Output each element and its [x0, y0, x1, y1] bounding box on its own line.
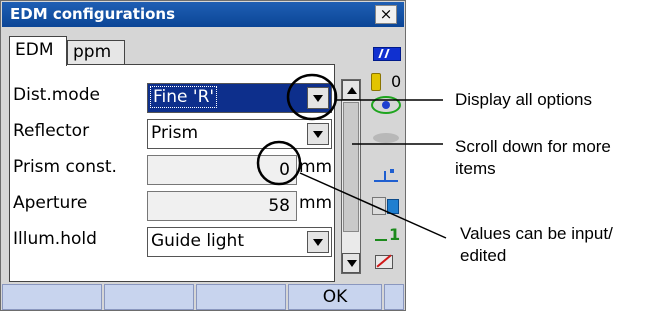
- tab-edm[interactable]: EDM: [9, 36, 67, 66]
- highlight-circle-value: [256, 140, 302, 186]
- callout-display-options: Display all options: [455, 90, 593, 109]
- callout-scroll-line1: Scroll down for more: [455, 137, 611, 156]
- callout-scroll-line2: items: [455, 159, 496, 178]
- callout-line-values: [299, 172, 447, 239]
- callout-values-line2: edited: [460, 246, 507, 265]
- highlight-circle-dropdown: [286, 73, 338, 121]
- callout-values-line1: Values can be input/: [460, 224, 613, 243]
